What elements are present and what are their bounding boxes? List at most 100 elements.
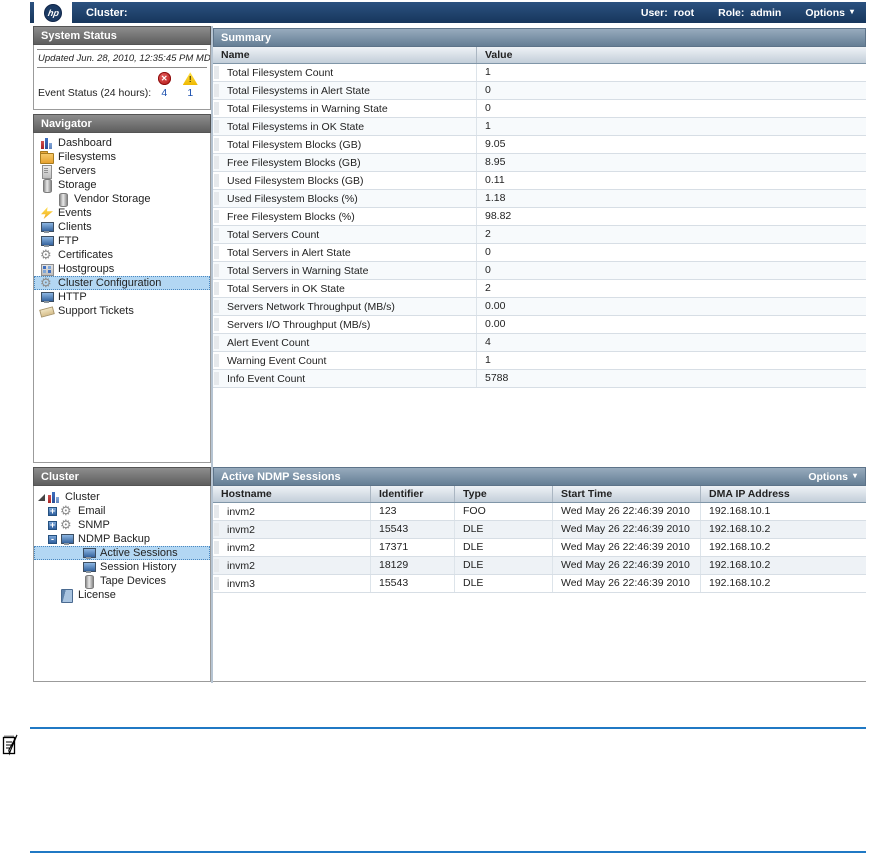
summary-row-name: Servers Network Throughput (MB/s)	[227, 300, 395, 313]
column-header-start-time[interactable]: Start Time	[552, 486, 700, 502]
plus-expander-icon[interactable]	[48, 506, 57, 516]
minus-expander-icon[interactable]	[48, 534, 57, 544]
session-row[interactable]: invm2 15543 DLE Wed May 26 22:46:39 2010…	[213, 521, 866, 539]
summary-row-value: 2	[476, 280, 866, 297]
summary-row-name: Total Servers in Alert State	[227, 246, 351, 259]
gear-icon	[40, 276, 54, 289]
page-title: Cluster:	[86, 6, 128, 19]
navigator-header: Navigator	[33, 114, 211, 133]
summary-row-value: 1	[476, 118, 866, 135]
column-header-value[interactable]: Value	[476, 47, 866, 63]
nav-item[interactable]: Certificates	[34, 248, 210, 262]
nav-item-label: Vendor Storage	[74, 193, 151, 205]
session-hostname: invm3	[227, 577, 256, 590]
hp-logo-circle: hp	[44, 3, 62, 22]
nav-item-label: FTP	[58, 235, 79, 247]
chart-icon	[47, 491, 61, 503]
tree-item[interactable]: License	[34, 588, 210, 603]
nav-item-label: Clients	[58, 221, 92, 233]
app-window: hp Cluster: User: root Role: admin Optio…	[0, 0, 876, 857]
tree-item[interactable]: Cluster	[34, 490, 210, 504]
warning-count-link[interactable]: 1	[187, 87, 193, 99]
summary-table-body: Total Filesystem Count 1 Total Filesyste…	[213, 64, 866, 388]
nav-item[interactable]: Hostgroups	[34, 262, 210, 276]
session-row[interactable]: invm3 15543 DLE Wed May 26 22:46:39 2010…	[213, 575, 866, 593]
alert-icon	[157, 72, 171, 85]
lightning-icon	[40, 207, 54, 219]
session-dma-ip: 192.168.10.2	[700, 539, 866, 556]
summary-row-name: Info Event Count	[227, 372, 306, 385]
monitor-icon	[40, 221, 54, 233]
session-dma-ip: 192.168.10.2	[700, 557, 866, 574]
tree-item[interactable]: Email	[34, 504, 210, 518]
tree-item[interactable]: Tape Devices	[34, 574, 210, 589]
nav-item[interactable]: Support Tickets	[34, 304, 210, 318]
nav-item-label: Hostgroups	[58, 263, 115, 275]
event-status-label: Event Status (24 hours):	[38, 87, 152, 99]
tree-item[interactable]: SNMP	[34, 518, 210, 532]
summary-row-value: 0.00	[476, 298, 866, 315]
column-header-dma-ip[interactable]: DMA IP Address	[700, 486, 866, 502]
summary-row-value: 1.18	[476, 190, 866, 207]
session-start-time: Wed May 26 22:46:39 2010	[552, 521, 700, 538]
system-status-body: Updated Jun. 28, 2010, 12:35:45 PM MDT E…	[33, 45, 211, 110]
role-value: admin	[750, 6, 782, 19]
nav-item[interactable]: Vendor Storage	[34, 192, 210, 207]
plus-expander-icon[interactable]	[48, 520, 57, 530]
nav-item[interactable]: Storage	[34, 178, 210, 193]
topbar-right: User: root Role: admin Options ▾	[641, 7, 866, 19]
nav-item-label: Storage	[58, 179, 97, 191]
nav-item[interactable]: HTTP	[34, 290, 210, 304]
nav-item-label: Certificates	[58, 249, 114, 261]
nav-item[interactable]: Cluster Configuration	[34, 276, 210, 290]
hostgroups-icon	[40, 263, 54, 276]
summary-row: Servers Network Throughput (MB/s) 0.00	[213, 298, 866, 316]
summary-row: Total Servers in OK State 2	[213, 280, 866, 298]
summary-row: Total Servers in Warning State 0	[213, 262, 866, 280]
summary-row: Total Filesystems in Alert State 0	[213, 82, 866, 100]
summary-title: Summary	[221, 31, 272, 44]
summary-row-value: 0.11	[476, 172, 866, 189]
tree-item[interactable]: Session History	[34, 560, 210, 574]
ndmp-options-menu[interactable]: Options ▾	[808, 468, 857, 486]
nav-item[interactable]: Filesystems	[34, 150, 210, 164]
chevron-down-icon: ▾	[849, 6, 854, 16]
tree-item[interactable]: Active Sessions	[34, 546, 210, 560]
nav-item[interactable]: Clients	[34, 220, 210, 234]
nav-item[interactable]: Servers	[34, 164, 210, 179]
cylinder-icon	[40, 179, 54, 193]
nav-item[interactable]: Dashboard	[34, 136, 210, 150]
nav-item[interactable]: Events	[34, 206, 210, 220]
session-dma-ip: 192.168.10.2	[700, 575, 866, 592]
top-banner: hp Cluster: User: root Role: admin Optio…	[30, 0, 866, 25]
alert-count-link[interactable]: 4	[161, 87, 167, 99]
hp-logo-text: hp	[46, 7, 60, 18]
session-row[interactable]: invm2 17371 DLE Wed May 26 22:46:39 2010…	[213, 539, 866, 557]
server-icon	[40, 165, 54, 179]
summary-row-name: Free Filesystem Blocks (GB)	[227, 156, 361, 169]
summary-row: Total Filesystem Count 1	[213, 64, 866, 82]
summary-row-value: 0	[476, 262, 866, 279]
topbar-options-menu[interactable]: Options ▾	[805, 7, 854, 19]
summary-row: Alert Event Count 4	[213, 334, 866, 352]
summary-row-value: 0	[476, 244, 866, 261]
summary-row: Total Filesystems in Warning State 0	[213, 100, 866, 118]
summary-row: Free Filesystem Blocks (%) 98.82	[213, 208, 866, 226]
caret-expander-icon[interactable]	[38, 494, 45, 501]
gear-icon	[40, 248, 54, 261]
session-row[interactable]: invm2 123 FOO Wed May 26 22:46:39 2010 1…	[213, 503, 866, 521]
column-header-type[interactable]: Type	[454, 486, 552, 502]
nav-item[interactable]: FTP	[34, 234, 210, 248]
column-header-hostname[interactable]: Hostname	[213, 488, 370, 500]
session-hostname: invm2	[227, 541, 256, 554]
session-type: DLE	[454, 575, 552, 592]
tree-item-label: Cluster	[65, 491, 100, 503]
system-status-header: System Status	[33, 26, 211, 45]
session-row[interactable]: invm2 18129 DLE Wed May 26 22:46:39 2010…	[213, 557, 866, 575]
column-header-identifier[interactable]: Identifier	[370, 486, 454, 502]
ndmp-table-body: invm2 123 FOO Wed May 26 22:46:39 2010 1…	[213, 503, 866, 593]
summary-row-value: 0.00	[476, 316, 866, 333]
summary-row-name: Warning Event Count	[227, 354, 327, 367]
tree-item[interactable]: NDMP Backup	[34, 532, 210, 546]
column-header-name[interactable]: Name	[213, 49, 476, 61]
